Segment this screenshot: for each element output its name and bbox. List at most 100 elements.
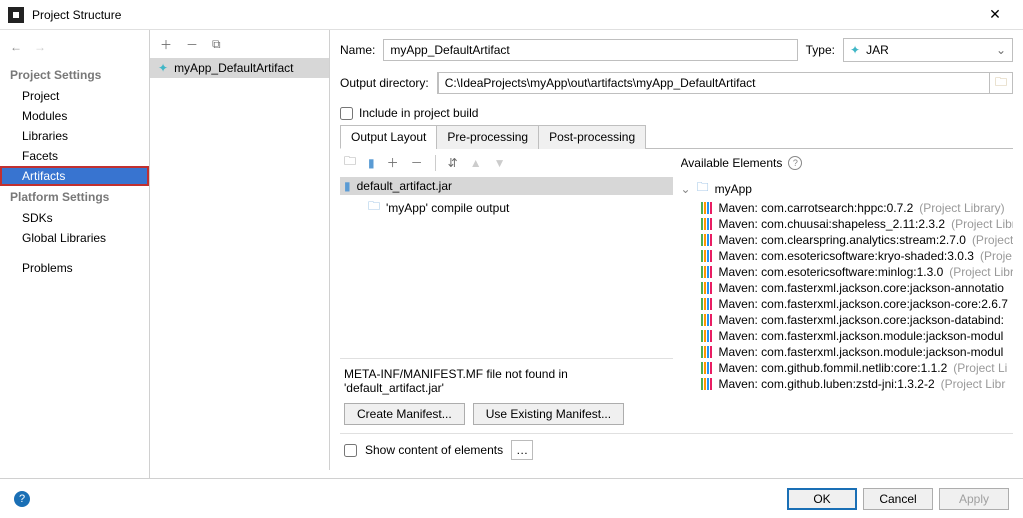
up-icon[interactable]: ▲ [470,156,482,170]
ok-button[interactable]: OK [787,488,857,510]
type-value: JAR [866,43,889,57]
forward-icon[interactable]: → [34,40,46,54]
library-scope: (Project Libr [949,265,1013,279]
sidebar-item-global-libraries[interactable]: Global Libraries [0,228,149,248]
sidebar-item-libraries[interactable]: Libraries [0,126,149,146]
library-scope: (Project Li [953,361,1007,375]
help-icon[interactable]: ? [788,156,802,170]
library-item[interactable]: Maven: com.github.luben:zstd-jni:1.3.2-2… [681,376,1014,392]
library-icon [701,202,713,214]
library-item[interactable]: Maven: com.carrotsearch:hppc:0.7.2 (Proj… [681,200,1014,216]
sidebar-item-sdks[interactable]: SDKs [0,208,149,228]
jar-file-icon: ▮ [344,179,351,193]
library-icon [701,234,713,246]
available-elements-tree[interactable]: ⌄ 🗀 myApp Maven: com.carrotsearch:hppc:0… [681,177,1014,433]
type-label: Type: [806,43,835,57]
library-name: Maven: com.chuusai:shapeless_2.11:2.3.2 [719,217,946,231]
name-input[interactable] [383,39,797,61]
down-icon[interactable]: ▼ [494,156,506,170]
apply-button[interactable]: Apply [939,488,1009,510]
library-icon [701,266,713,278]
close-icon[interactable]: ✕ [975,6,1015,23]
sidebar-item-problems[interactable]: Problems [0,258,149,278]
library-name: Maven: com.fasterxml.jackson.module:jack… [719,329,1004,343]
app-icon [8,7,24,23]
library-name: Maven: com.fasterxml.jackson.module:jack… [719,345,1004,359]
library-icon [701,346,713,358]
remove-item-icon[interactable]: － [411,154,423,171]
use-existing-manifest-button[interactable]: Use Existing Manifest... [473,403,624,425]
sidebar-item-project[interactable]: Project [0,86,149,106]
artifact-list-item[interactable]: ✦ myApp_DefaultArtifact [150,58,329,78]
chevron-down-icon: ⌄ [996,43,1006,57]
options-button[interactable]: … [511,440,533,460]
manifest-not-found-message: META-INF/MANIFEST.MF file not found in '… [344,367,669,395]
library-icon [701,250,713,262]
tab-pre-processing[interactable]: Pre-processing [436,125,539,149]
library-item[interactable]: Maven: com.fasterxml.jackson.module:jack… [681,328,1014,344]
artifact-item-label: myApp_DefaultArtifact [174,61,293,75]
library-item[interactable]: Maven: com.fasterxml.jackson.module:jack… [681,344,1014,360]
module-folder-icon: 🗀 [697,178,709,199]
library-name: Maven: com.clearspring.analytics:stream:… [719,233,966,247]
show-content-checkbox[interactable] [344,444,357,457]
copy-icon[interactable]: ⧉ [212,37,221,52]
tab-post-processing[interactable]: Post-processing [538,125,646,149]
library-name: Maven: com.github.fommil.netlib:core:1.1… [719,361,948,375]
artifact-icon: ✦ [158,61,168,75]
library-name: Maven: com.fasterxml.jackson.core:jackso… [719,297,1008,311]
library-scope: (Project Library) [919,201,1004,215]
library-item[interactable]: Maven: com.fasterxml.jackson.core:jackso… [681,296,1014,312]
outdir-input[interactable] [438,72,990,94]
browse-folder-icon[interactable]: 🗀 [990,73,1012,94]
library-icon [701,218,713,230]
library-item[interactable]: Maven: com.clearspring.analytics:stream:… [681,232,1014,248]
library-item[interactable]: Maven: com.esotericsoftware:kryo-shaded:… [681,248,1014,264]
library-name: Maven: com.esotericsoftware:kryo-shaded:… [719,249,974,263]
dialog-footer: ? OK Cancel Apply [0,478,1023,518]
library-item[interactable]: Maven: com.github.fommil.netlib:core:1.1… [681,360,1014,376]
type-select[interactable]: ✦ JAR ⌄ [843,38,1013,62]
sidebar-section-project-settings: Project Settings [0,64,149,86]
add-icon[interactable]: ＋ [160,36,172,53]
library-icon [701,378,713,390]
remove-icon[interactable]: － [186,36,198,53]
library-scope: (Proje [980,249,1012,263]
library-name: Maven: com.esotericsoftware:minlog:1.3.0 [719,265,944,279]
include-label: Include in project build [359,106,478,120]
sidebar: ← → Project Settings Project Modules Lib… [0,30,150,478]
new-folder-icon[interactable]: 🗀 [344,152,356,173]
new-file-icon[interactable]: ▮ [368,156,375,170]
back-icon[interactable]: ← [10,40,22,54]
module-folder-icon: 🗀 [368,197,380,218]
jar-icon: ✦ [850,43,860,57]
library-item[interactable]: Maven: com.chuusai:shapeless_2.11:2.3.2 … [681,216,1014,232]
output-layout-tree[interactable]: ▮ default_artifact.jar 🗀 'myApp' compile… [340,177,673,358]
outdir-label: Output directory: [340,76,429,90]
titlebar: Project Structure ✕ [0,0,1023,30]
library-scope: (Project Libr [951,217,1013,231]
help-button[interactable]: ? [14,491,30,507]
library-item[interactable]: Maven: com.esotericsoftware:minlog:1.3.0… [681,264,1014,280]
cancel-button[interactable]: Cancel [863,488,933,510]
tabs: Output Layout Pre-processing Post-proces… [340,124,1013,149]
tab-output-layout[interactable]: Output Layout [340,125,437,149]
sidebar-item-modules[interactable]: Modules [0,106,149,126]
sidebar-item-facets[interactable]: Facets [0,146,149,166]
add-copy-icon[interactable]: ＋ [387,154,399,171]
include-checkbox[interactable] [340,107,353,120]
create-manifest-button[interactable]: Create Manifest... [344,403,465,425]
library-item[interactable]: Maven: com.fasterxml.jackson.core:jackso… [681,280,1014,296]
sidebar-item-artifacts[interactable]: Artifacts [0,166,149,186]
library-name: Maven: com.carrotsearch:hppc:0.7.2 [719,201,914,215]
library-scope: (Project [972,233,1013,247]
tree-child[interactable]: 🗀 'myApp' compile output [340,195,673,220]
available-root[interactable]: ⌄ 🗀 myApp [681,177,1014,200]
chevron-down-icon: ⌄ [681,182,691,196]
sidebar-section-platform-settings: Platform Settings [0,186,149,208]
library-icon [701,298,713,310]
sort-icon[interactable]: ⇵ [448,156,458,170]
library-item[interactable]: Maven: com.fasterxml.jackson.core:jackso… [681,312,1014,328]
tree-root[interactable]: ▮ default_artifact.jar [340,177,673,195]
library-icon [701,282,713,294]
